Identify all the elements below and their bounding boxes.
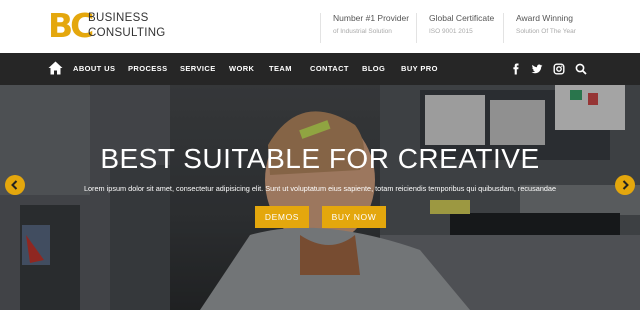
home-icon[interactable] [48, 61, 63, 75]
slider-prev-button[interactable] [5, 175, 25, 195]
info-box-award: Award Winning Solution Of The Year [503, 13, 576, 43]
demos-button[interactable]: DEMOS [255, 206, 309, 228]
logo-mark: BC [48, 6, 94, 45]
nav-item-contact[interactable]: CONTACT [310, 64, 349, 73]
info-subtext: of Industrial Solution [333, 28, 392, 35]
logo-text-line2: CONSULTING [88, 27, 166, 39]
slider-next-button[interactable] [615, 175, 635, 195]
info-box-provider: Number #1 Provider of Industrial Solutio… [320, 13, 409, 43]
instagram-icon[interactable] [553, 63, 565, 75]
search-icon[interactable] [575, 63, 587, 75]
twitter-icon[interactable] [531, 63, 543, 75]
nav-item-about-us[interactable]: ABOUT US [73, 64, 115, 73]
info-heading: Number #1 Provider [333, 13, 410, 23]
nav-item-service[interactable]: SERVICE [180, 64, 216, 73]
hero-slider: BEST SUITABLE FOR CREATIVE Lorem ipsum d… [0, 85, 640, 310]
nav-item-team[interactable]: TEAM [269, 64, 292, 73]
chevron-right-icon [622, 180, 629, 190]
main-navbar: ABOUT US PROCESS SERVICE WORK TEAM CONTA… [0, 53, 640, 85]
hero-overlay [0, 85, 640, 310]
hero-subtitle: Lorem ipsum dolor sit amet, consectetur … [83, 184, 557, 193]
info-heading: Global Certificate [429, 13, 495, 23]
info-subtext: ISO 9001 2015 [429, 28, 473, 35]
logo-text-line1: BUSINESS [88, 12, 149, 24]
nav-item-work[interactable]: WORK [229, 64, 254, 73]
buy-now-button[interactable]: BUY NOW [322, 206, 386, 228]
facebook-icon[interactable] [510, 63, 522, 75]
chevron-left-icon [11, 180, 18, 190]
nav-item-buy-pro[interactable]: BUY PRO [401, 64, 438, 73]
info-box-certificate: Global Certificate ISO 9001 2015 [416, 13, 494, 43]
info-heading: Award Winning [516, 13, 574, 23]
hero-title: BEST SUITABLE FOR CREATIVE [100, 143, 540, 174]
info-subtext: Solution Of The Year [516, 28, 576, 35]
top-header: BC BUSINESS CONSULTING Number #1 Provide… [0, 0, 640, 53]
nav-item-blog[interactable]: BLOG [362, 64, 385, 73]
nav-item-process[interactable]: PROCESS [128, 64, 167, 73]
